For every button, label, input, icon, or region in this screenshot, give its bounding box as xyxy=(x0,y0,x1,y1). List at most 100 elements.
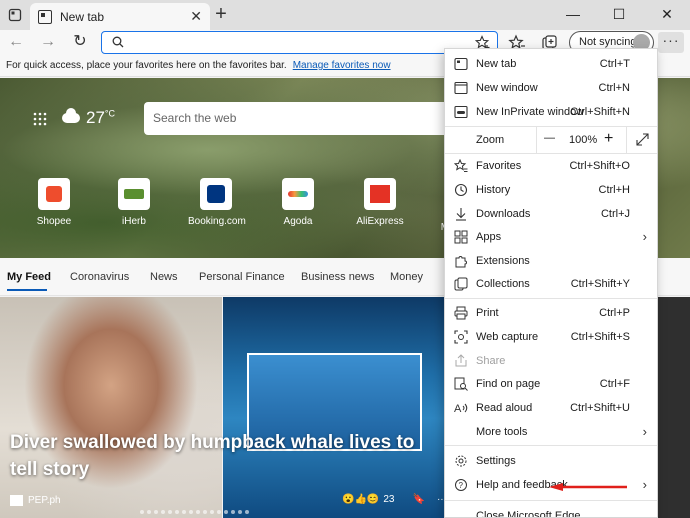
new-tab-favicon-icon xyxy=(38,9,52,24)
menu-separator xyxy=(445,153,657,154)
article-source[interactable]: PEP.ph xyxy=(10,495,61,506)
share-icon xyxy=(455,354,467,367)
menu-separator xyxy=(445,500,657,501)
fullscreen-icon[interactable] xyxy=(636,133,649,146)
tab-new-tab[interactable]: New tab ✕ xyxy=(30,3,210,30)
menu-item-history[interactable]: History Ctrl+H xyxy=(445,179,657,202)
find-icon xyxy=(454,377,468,391)
aliexpress-logo-icon xyxy=(364,178,396,210)
quick-link-booking[interactable]: Booking.com xyxy=(188,178,246,233)
menu-item-extensions[interactable]: Extensions xyxy=(445,250,657,273)
collections-menu-icon xyxy=(454,277,468,291)
article-reactions[interactable]: 😮👍😊 23 🔖 ··· xyxy=(342,494,447,505)
inprivate-icon xyxy=(454,105,468,119)
quick-link-iherb[interactable]: iHerb xyxy=(106,178,162,233)
feed-tab-business-news[interactable]: Business news xyxy=(301,271,374,283)
title-bar: New tab ✕ + — ☐ ✕ xyxy=(0,0,690,30)
settings-and-more-menu: New tab Ctrl+T New window Ctrl+N New InPri… xyxy=(444,48,658,518)
refresh-button[interactable]: ↻ xyxy=(68,30,92,55)
menu-item-downloads[interactable]: Downloads Ctrl+J xyxy=(445,203,657,226)
tab-actions-button[interactable] xyxy=(4,5,26,25)
quick-link-agoda[interactable]: Agoda xyxy=(270,178,326,233)
quick-link-label: Agoda xyxy=(283,216,313,227)
menu-item-close-edge[interactable]: Close Microsoft Edge xyxy=(445,505,657,517)
menu-item-apps[interactable]: Apps › xyxy=(445,226,657,249)
menu-item-share: Share xyxy=(445,350,657,373)
source-logo-icon xyxy=(10,495,23,506)
feed-tab-coronavirus[interactable]: Coronavirus xyxy=(70,271,129,283)
source-name: PEP.ph xyxy=(28,495,61,506)
weather-widget[interactable]: 27°C xyxy=(62,108,115,128)
quick-link-label: Booking.com xyxy=(188,216,246,227)
chevron-right-icon: › xyxy=(642,424,647,439)
article-image-diver[interactable] xyxy=(0,297,222,518)
article-headline[interactable]: Diver swallowed by humpback whale lives … xyxy=(10,429,440,483)
quick-link-shopee[interactable]: Shopee xyxy=(26,178,82,233)
chevron-right-icon: › xyxy=(642,229,647,244)
search-icon xyxy=(112,36,124,48)
cloud-icon xyxy=(62,108,80,123)
quick-link-label: Shopee xyxy=(36,216,72,227)
menu-item-new-tab[interactable]: New tab Ctrl+T xyxy=(445,53,657,76)
close-window-button[interactable]: ✕ xyxy=(644,0,690,30)
close-tab-icon[interactable]: ✕ xyxy=(190,8,202,25)
sync-status-label: Not syncing xyxy=(579,36,637,48)
address-bar[interactable] xyxy=(101,31,498,54)
feed-tab-news[interactable]: News xyxy=(150,271,178,283)
feed-tab-my-feed[interactable]: My Feed xyxy=(7,271,51,283)
web-search-input[interactable]: Search the web xyxy=(144,102,444,135)
menu-item-zoom: Zoom — 100% + xyxy=(445,127,657,153)
feed-tab-personal-finance[interactable]: Personal Finance xyxy=(199,271,285,283)
menu-item-collections[interactable]: Collections Ctrl+Shift+Y xyxy=(445,273,657,296)
zoom-out-button[interactable]: — xyxy=(544,132,555,144)
zoom-level: 100% xyxy=(569,134,598,146)
menu-item-favorites[interactable]: Favorites Ctrl+Shift+O xyxy=(445,155,657,178)
chevron-right-icon: › xyxy=(642,477,647,492)
menu-item-read-aloud[interactable]: A Read aloud Ctrl+Shift+U xyxy=(445,397,657,420)
app-launcher-icon[interactable] xyxy=(33,112,47,126)
forward-button[interactable]: → xyxy=(36,30,60,55)
new-tab-icon xyxy=(454,57,468,71)
annotation-arrow-icon xyxy=(549,483,627,491)
menu-item-new-inprivate-window[interactable]: New InPrivate window Ctrl+Shift+N xyxy=(445,101,657,124)
menu-item-settings[interactable]: Settings xyxy=(445,450,657,473)
menu-item-more-tools[interactable]: More tools › xyxy=(445,421,657,444)
temperature: 27°C xyxy=(86,108,116,127)
quick-link-label: iHerb xyxy=(122,216,146,227)
print-icon xyxy=(454,306,468,320)
help-icon: ? xyxy=(455,479,467,491)
gear-icon xyxy=(455,455,467,467)
shopee-logo-icon xyxy=(38,178,70,210)
menu-item-find-on-page[interactable]: Find on page Ctrl+F xyxy=(445,373,657,396)
article-image-whale[interactable] xyxy=(223,297,445,518)
svg-text:A: A xyxy=(454,403,462,415)
tab-actions-icon xyxy=(8,8,22,22)
carousel-dots[interactable] xyxy=(140,510,249,514)
new-window-icon xyxy=(454,81,468,95)
menu-item-web-capture[interactable]: Web capture Ctrl+Shift+S xyxy=(445,326,657,349)
booking-logo-icon xyxy=(200,178,232,210)
new-tab-button[interactable]: + xyxy=(210,4,232,26)
back-button[interactable]: ← xyxy=(4,30,28,55)
quick-link-label: AliExpress xyxy=(356,216,404,227)
tab-title: New tab xyxy=(60,9,105,24)
menu-separator xyxy=(445,445,657,446)
download-icon xyxy=(456,208,466,221)
reaction-emoji-icon: 😮👍😊 xyxy=(342,494,380,505)
menu-separator xyxy=(445,298,657,299)
bookmark-icon[interactable]: 🔖 xyxy=(412,494,424,505)
zoom-in-button[interactable]: + xyxy=(604,130,613,148)
favorites-star-icon xyxy=(454,159,468,172)
feed-tab-money[interactable]: Money xyxy=(390,271,423,283)
read-aloud-icon: A xyxy=(454,403,468,415)
menu-item-new-window[interactable]: New window Ctrl+N xyxy=(445,77,657,100)
quick-link-aliexpress[interactable]: AliExpress xyxy=(352,178,408,233)
minimize-button[interactable]: — xyxy=(550,0,596,30)
settings-and-more-button[interactable]: ··· xyxy=(658,32,684,53)
menu-item-print[interactable]: Print Ctrl+P xyxy=(445,302,657,325)
web-capture-icon xyxy=(454,330,468,344)
agoda-logo-icon xyxy=(282,178,314,210)
article-card-partial[interactable] xyxy=(655,297,690,518)
maximize-button[interactable]: ☐ xyxy=(596,0,642,30)
manage-favorites-link[interactable]: Manage favorites now xyxy=(293,60,391,71)
